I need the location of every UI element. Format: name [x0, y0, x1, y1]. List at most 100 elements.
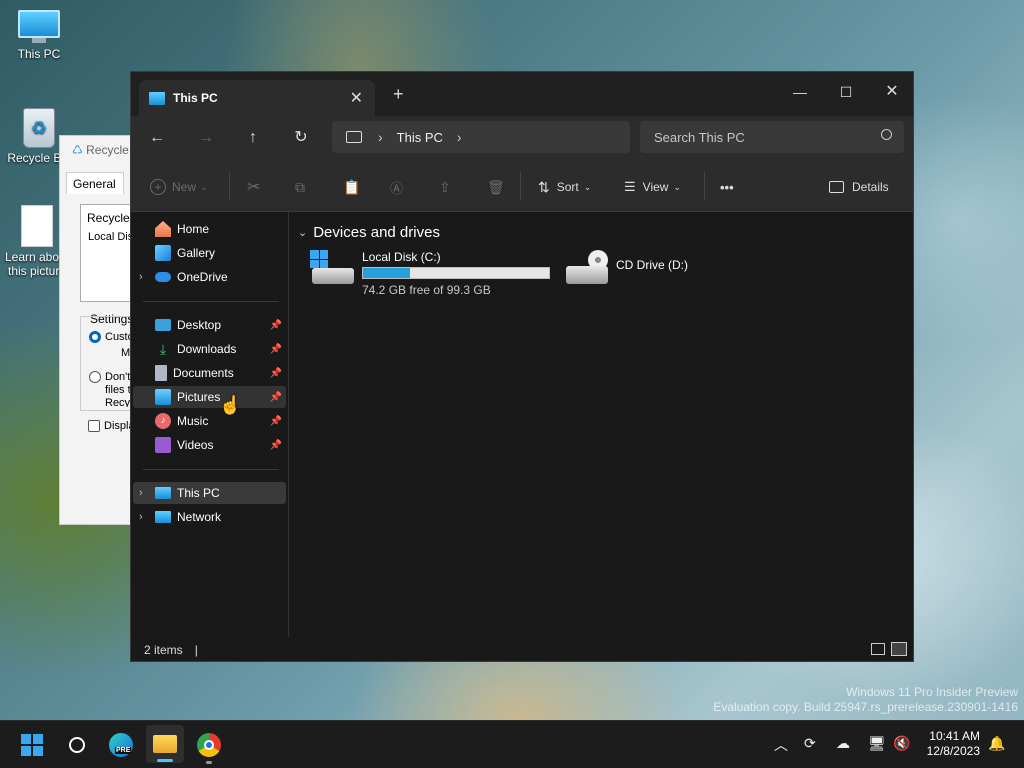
- content-pane: ⌄ Devices and drives Local Disk (C:) 74.…: [290, 212, 914, 637]
- search-box[interactable]: Search This PC: [640, 121, 904, 153]
- address-bar[interactable]: › This PC ›: [332, 121, 630, 153]
- share-button[interactable]: ⇪: [439, 176, 451, 198]
- chevron-right-icon[interactable]: ›: [457, 129, 462, 145]
- nav-item-downloads[interactable]: ⤓ Downloads 📌: [133, 338, 286, 360]
- chevron-right-icon[interactable]: ›: [139, 271, 143, 283]
- chrome-button[interactable]: [193, 729, 225, 764]
- pin-icon[interactable]: 📌: [270, 392, 282, 403]
- desktop-icon-this-pc[interactable]: This PC: [4, 10, 74, 61]
- clock-date: 12/8/2023: [926, 744, 980, 758]
- new-tab-button[interactable]: +: [393, 84, 404, 105]
- windows-logo-icon: [21, 734, 43, 756]
- back-button[interactable]: ←: [144, 126, 170, 150]
- network-icon[interactable]: 🖥: [868, 735, 886, 752]
- cursor-hand-icon: ☝: [219, 395, 242, 415]
- hard-drive-icon: [310, 250, 354, 286]
- taskbar: PRE ︿ ⟳ ☁ 🖥 🔇 10:41 AM 12/8/2023 🔔: [0, 720, 1024, 768]
- tab-this-pc[interactable]: This PC ✕: [139, 80, 375, 116]
- monitor-icon: [18, 10, 60, 44]
- folder-icon: [153, 735, 177, 753]
- drive-usage-bar: [362, 267, 550, 279]
- nav-item-music[interactable]: ♪ Music 📌: [133, 410, 286, 432]
- new-button[interactable]: + New ⌄: [150, 176, 208, 198]
- up-button[interactable]: ↑: [240, 126, 266, 150]
- more-options-button[interactable]: •••: [720, 176, 734, 198]
- drive-cd-drive-d[interactable]: CD Drive (D:): [566, 250, 688, 286]
- view-icon: ☰: [624, 179, 636, 194]
- show-hidden-icons-button[interactable]: ︿: [774, 735, 788, 755]
- divider: [520, 172, 521, 200]
- monitor-outline-icon: [346, 131, 362, 143]
- pin-icon[interactable]: 📌: [270, 368, 282, 379]
- tab-general[interactable]: General: [66, 172, 124, 194]
- nav-item-home[interactable]: Home: [133, 218, 286, 240]
- pin-icon[interactable]: 📌: [270, 416, 282, 427]
- cut-button[interactable]: ✂: [247, 176, 260, 198]
- cloud-offline-icon[interactable]: ☁: [836, 735, 850, 752]
- nav-item-pictures[interactable]: Pictures 📌: [133, 386, 286, 408]
- pin-icon[interactable]: 📌: [270, 344, 282, 355]
- details-button[interactable]: Details: [829, 176, 889, 198]
- chevron-right-icon[interactable]: ›: [378, 129, 383, 145]
- nav-item-documents[interactable]: Documents 📌: [133, 362, 286, 384]
- download-icon: ⤓: [159, 341, 167, 357]
- file-explorer-button[interactable]: [146, 725, 184, 763]
- paste-button[interactable]: 📋: [343, 176, 360, 198]
- details-pane-icon: [829, 181, 844, 193]
- search-icon: [69, 737, 85, 753]
- search-input[interactable]: Search This PC: [654, 130, 745, 145]
- radio-icon: [89, 371, 101, 383]
- clock-time: 10:41 AM: [929, 729, 980, 743]
- copy-button[interactable]: ⧉: [295, 176, 305, 198]
- navigation-bar: ← → ↑ ↻ › This PC › Search This PC: [131, 116, 913, 160]
- drive-local-disk-c[interactable]: Local Disk (C:) 74.2 GB free of 99.3 GB: [310, 250, 550, 297]
- edge-preview-button[interactable]: PRE: [105, 729, 137, 761]
- desktop-icon-label: This PC: [17, 47, 61, 61]
- volume-muted-icon[interactable]: 🔇: [893, 735, 910, 752]
- breadcrumb-this-pc[interactable]: This PC: [397, 130, 443, 145]
- start-button[interactable]: [16, 729, 48, 761]
- nav-item-gallery[interactable]: Gallery: [133, 242, 286, 264]
- maximize-button[interactable]: ☐: [823, 78, 869, 106]
- pin-icon[interactable]: 📌: [270, 440, 282, 451]
- minimize-button[interactable]: —: [777, 78, 823, 106]
- sort-button[interactable]: ⇅ Sort ⌄: [538, 176, 591, 198]
- nav-item-this-pc[interactable]: › This PC: [133, 482, 286, 504]
- pin-icon[interactable]: 📌: [270, 320, 282, 331]
- network-icon: [155, 511, 171, 523]
- forward-button[interactable]: →: [193, 126, 219, 150]
- edge-badge: PRE: [115, 747, 132, 754]
- recycle-icon: ♺: [72, 143, 83, 157]
- rename-icon: Ⓐ: [390, 180, 404, 196]
- view-button[interactable]: ☰ View ⌄: [624, 176, 681, 198]
- monitor-icon: [149, 91, 165, 105]
- search-icon: [881, 129, 892, 140]
- nav-item-onedrive[interactable]: › OneDrive: [133, 266, 286, 288]
- search-button[interactable]: [61, 729, 93, 761]
- sync-icon[interactable]: ⟳: [804, 735, 816, 752]
- active-indicator: [157, 759, 173, 762]
- home-icon: [155, 221, 171, 237]
- copy-icon: ⧉: [295, 178, 305, 195]
- close-tab-icon[interactable]: ✕: [350, 88, 363, 108]
- close-button[interactable]: ✕: [869, 78, 915, 106]
- nav-item-videos[interactable]: Videos 📌: [133, 434, 286, 456]
- monitor-icon: [155, 487, 171, 499]
- music-icon: ♪: [155, 413, 171, 429]
- tiles-view-icon[interactable]: [891, 642, 907, 656]
- nav-item-desktop[interactable]: Desktop 📌: [133, 314, 286, 336]
- chevron-right-icon[interactable]: ›: [139, 487, 143, 499]
- clock[interactable]: 10:41 AM 12/8/2023: [918, 729, 980, 759]
- notification-bell-icon[interactable]: 🔔: [988, 735, 1005, 752]
- group-header-devices[interactable]: ⌄ Devices and drives: [298, 224, 440, 241]
- chevron-right-icon[interactable]: ›: [139, 511, 143, 523]
- refresh-button[interactable]: ↻: [288, 126, 314, 150]
- rename-button[interactable]: Ⓐ: [390, 176, 403, 198]
- chrome-icon: [197, 733, 221, 757]
- running-indicator: [206, 761, 212, 764]
- nav-item-network[interactable]: › Network: [133, 506, 286, 528]
- details-view-icon[interactable]: [871, 643, 885, 655]
- delete-button[interactable]: 🗑: [487, 176, 505, 198]
- divider: [704, 172, 705, 200]
- chevron-down-icon: ⌄: [298, 227, 308, 239]
